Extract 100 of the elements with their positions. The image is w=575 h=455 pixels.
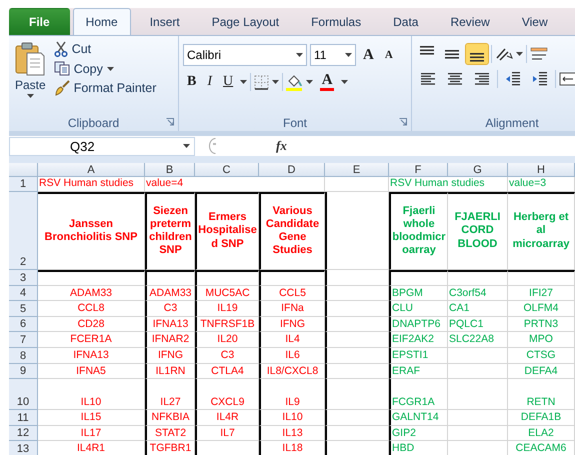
cell-text: IL7	[220, 426, 235, 440]
row-header[interactable]: 12	[9, 426, 38, 442]
column-title: Ermers Hospitalised SNP	[198, 211, 257, 251]
copy-button[interactable]: Copy	[52, 60, 158, 77]
name-box[interactable]: Q32	[9, 136, 195, 156]
file-tab[interactable]: File	[9, 8, 70, 35]
cell-text: ADAM33	[149, 286, 192, 300]
row-header[interactable]: 4	[9, 286, 38, 302]
cell-text: CTLA4	[211, 364, 244, 378]
cell-text: DEFA1B	[520, 411, 562, 424]
cell-text: IL9	[285, 396, 300, 408]
group-label: Clipboard	[68, 116, 120, 130]
column-title: Various Candidate Gene Studies	[264, 204, 320, 258]
paste-button[interactable]: Paste	[13, 40, 48, 114]
cell-text: CCL5	[279, 286, 306, 300]
grow-font-button[interactable]: A	[359, 46, 378, 64]
caret-icon	[106, 66, 114, 70]
group-label: Alignment	[485, 116, 539, 130]
row-header[interactable]: 2	[9, 192, 38, 270]
cell-text: IFNa	[281, 302, 304, 315]
caret-icon	[345, 53, 352, 57]
cut-button[interactable]: Cut	[52, 40, 158, 58]
column-header[interactable]: B	[145, 163, 195, 177]
row-header[interactable]: 3	[9, 270, 38, 286]
insert-function-button[interactable]: fx	[276, 138, 287, 154]
vertical-align-button[interactable]	[466, 44, 488, 64]
caret-icon	[240, 80, 248, 84]
cell-text: PRTN3	[524, 318, 558, 330]
clipboard-icon	[15, 42, 46, 76]
font-color-button[interactable]: A	[316, 72, 338, 92]
cell-text: HBD	[392, 442, 414, 455]
column-header[interactable]: C	[195, 163, 259, 177]
row-header[interactable]: 10	[9, 379, 38, 410]
row-header[interactable]: 7	[9, 332, 38, 348]
cell-text: OLFM4	[523, 302, 558, 315]
caret-icon	[26, 94, 34, 98]
row-header[interactable]: 11	[9, 410, 38, 426]
shrink-font-button[interactable]: A	[380, 48, 397, 62]
cell-text: GALNT14	[392, 411, 439, 424]
ribbon-tab[interactable]: Home	[72, 8, 131, 35]
cell-text: IL13	[282, 426, 303, 440]
column-header[interactable]: A	[38, 163, 145, 177]
dialog-launcher-icon[interactable]	[399, 118, 407, 126]
cell-text: IFNG	[158, 348, 184, 362]
align-left-icon	[420, 71, 436, 87]
cell-text: FCGR1A	[392, 396, 435, 408]
cell-text: EIF2AK2	[392, 333, 434, 346]
row-header[interactable]: 8	[9, 348, 38, 364]
row-header[interactable]: 13	[9, 441, 38, 455]
cell-text: IL1RN	[156, 364, 186, 378]
column-title: Janssen Bronchiolitis SNP	[44, 218, 138, 244]
cell-text: DEFA4	[524, 364, 558, 378]
font-size-dropdown[interactable]: 11	[310, 44, 356, 66]
cell-text: IL17	[80, 426, 102, 440]
cell-text: C3	[220, 348, 234, 362]
cell-text: IL19	[217, 302, 238, 315]
italic-button[interactable]: I	[203, 74, 216, 90]
ribbon-tab[interactable]: Insert	[136, 8, 193, 35]
formula-bar-handle-icon	[209, 138, 216, 154]
ribbon-tab[interactable]: Page Layout	[198, 8, 292, 35]
cell-text: IFNG	[280, 318, 306, 330]
cell-text: TNFRSF1B	[200, 318, 255, 330]
cell-text: CXCL9	[210, 396, 244, 408]
column-header[interactable]: D	[259, 163, 325, 177]
caret-icon	[272, 80, 280, 84]
cell-text: CLU	[392, 302, 414, 315]
caret-icon	[183, 144, 190, 148]
column-header[interactable]: E	[325, 163, 389, 177]
cell-text: IL4	[285, 333, 300, 346]
row-header[interactable]: 1	[9, 177, 38, 192]
cell-text: CA1	[449, 302, 470, 315]
cell-text: MPO	[529, 333, 553, 346]
format-painter-button[interactable]: Format Painter	[52, 79, 158, 97]
cell-text: FCER1A	[70, 333, 112, 346]
row-header[interactable]: 6	[9, 316, 38, 332]
ribbon-tab[interactable]: Formulas	[298, 8, 374, 35]
wrap-text-icon[interactable]	[530, 46, 548, 62]
fill-color-icon[interactable]	[286, 74, 304, 90]
cell-text: DNAPTP6	[392, 318, 440, 330]
merge-cells-icon[interactable]	[559, 71, 575, 87]
dialog-launcher-icon[interactable]	[166, 118, 174, 126]
row-header[interactable]: 9	[9, 364, 38, 380]
cell-text: IL4R1	[76, 442, 106, 455]
middle-align-icon	[445, 50, 459, 58]
ribbon-tab[interactable]: View	[508, 8, 561, 35]
column-header[interactable]: F	[389, 163, 448, 177]
cell-text: IL6	[285, 348, 300, 362]
row-header[interactable]: 5	[9, 301, 38, 317]
font-name-dropdown[interactable]: Calibri	[183, 44, 307, 66]
underline-button[interactable]: U	[219, 74, 238, 90]
bottom-align-icon	[470, 53, 484, 62]
cell-text: ERAF	[392, 364, 420, 378]
bold-button[interactable]: B	[183, 74, 200, 90]
ribbon-tab[interactable]: Review	[437, 8, 503, 35]
ribbon-tab[interactable]: Data	[380, 8, 432, 35]
cell-text: ELA2	[528, 426, 554, 440]
border-icon[interactable]	[254, 74, 270, 90]
column-header[interactable]: G	[448, 163, 508, 177]
column-header[interactable]: H	[508, 163, 575, 177]
text-orientation-icon[interactable]	[495, 46, 513, 62]
